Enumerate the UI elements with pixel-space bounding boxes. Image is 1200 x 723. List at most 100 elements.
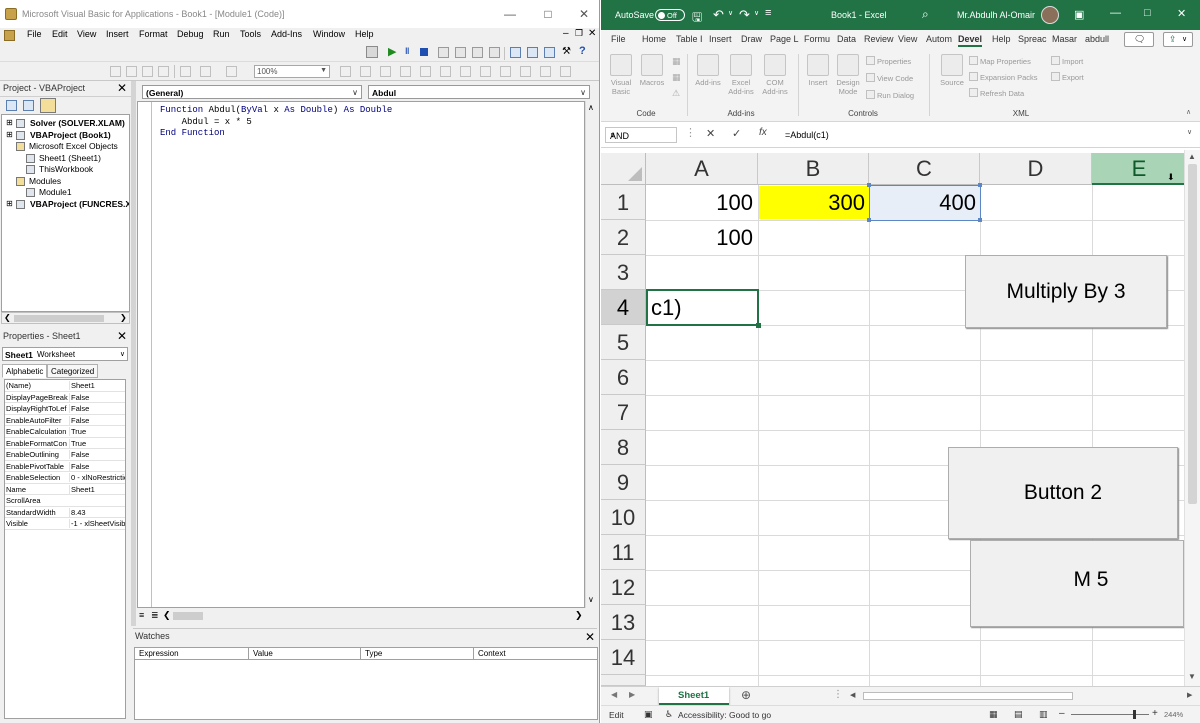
scroll-left-icon[interactable]: ❮ xyxy=(163,610,171,621)
scroll-right-icon[interactable]: ❯ xyxy=(120,313,127,322)
add-sheet-icon[interactable]: ⊕ xyxy=(741,688,751,702)
property-value[interactable]: False xyxy=(69,404,125,413)
menu-window[interactable]: Window xyxy=(313,29,345,39)
view-object-icon[interactable] xyxy=(23,100,34,111)
properties-window-icon[interactable] xyxy=(527,47,538,58)
toolbar-icon[interactable] xyxy=(460,66,471,77)
scroll-left-icon[interactable]: ❮ xyxy=(4,313,11,322)
property-row[interactable]: EnableCalculation True xyxy=(5,426,125,438)
refresh-data-button[interactable]: Refresh Data xyxy=(969,88,1024,98)
properties-button[interactable]: Properties xyxy=(866,56,911,66)
addins-button[interactable]: Add-ins xyxy=(695,54,721,87)
scroll-thumb[interactable] xyxy=(173,612,203,620)
formula-input[interactable]: =Abdul(c1) xyxy=(781,127,1196,143)
watch-col-expression[interactable]: Expression xyxy=(135,648,249,659)
code-vertical-scrollbar[interactable]: ∧ ∨ xyxy=(585,101,597,608)
full-module-view-icon[interactable]: ≣ xyxy=(151,610,159,621)
property-row[interactable]: EnableSelection 0 - xlNoRestrictio xyxy=(5,472,125,484)
row-header-12[interactable]: 12 xyxy=(601,570,646,605)
enter-icon[interactable]: ✓ xyxy=(732,127,741,140)
toolbar-icon[interactable] xyxy=(340,66,351,77)
tab-developer[interactable]: Devel xyxy=(958,34,983,47)
toolbox-icon[interactable]: ⚒ xyxy=(562,46,571,57)
toolbar-icon[interactable] xyxy=(380,66,391,77)
tab-categorized[interactable]: Categorized xyxy=(47,364,99,378)
property-value[interactable]: -1 - xlSheetVisib xyxy=(69,519,125,528)
scroll-up-icon[interactable]: ∧ xyxy=(588,103,594,112)
toolbar-icon[interactable] xyxy=(500,66,511,77)
column-header-d[interactable]: D xyxy=(980,153,1092,185)
tab-abdull[interactable]: abdull xyxy=(1085,34,1109,44)
reference-handle[interactable] xyxy=(978,218,982,222)
tab-masar[interactable]: Masar xyxy=(1052,34,1077,44)
tab-help[interactable]: Help xyxy=(992,34,1011,44)
project-tree-scrollbar[interactable]: ❮ ❯ xyxy=(1,312,130,324)
design-mode-icon[interactable] xyxy=(366,46,378,58)
row-header-10[interactable]: 10 xyxy=(601,500,646,535)
code-line[interactable]: Abdul = x * 5 xyxy=(160,117,252,127)
tab-draw[interactable]: Draw xyxy=(741,34,762,44)
watch-col-type[interactable]: Type xyxy=(361,648,474,659)
expand-icon[interactable]: ⊞ xyxy=(6,199,13,208)
vba-minimize-button[interactable]: — xyxy=(492,4,528,24)
row-header-14[interactable]: 14 xyxy=(601,640,646,675)
cell-b1[interactable]: 300 xyxy=(759,186,869,219)
zoom-slider[interactable] xyxy=(1071,714,1149,715)
row-header-4[interactable]: 4 xyxy=(601,290,646,325)
code-horizontal-scrollbar[interactable]: ≡ ≣ ❮ ❯ xyxy=(137,609,585,623)
menu-format[interactable]: Format xyxy=(139,29,168,39)
column-header-a[interactable]: A xyxy=(646,153,758,185)
toolbar-icon[interactable] xyxy=(110,66,121,77)
close-icon[interactable]: ✕ xyxy=(117,81,127,95)
zoom-level[interactable]: 244% xyxy=(1164,710,1183,719)
property-row[interactable]: DisplayRightToLef False xyxy=(5,403,125,415)
toggle-folders-icon[interactable] xyxy=(40,98,56,113)
tab-formulas[interactable]: Formu xyxy=(804,34,830,44)
property-value[interactable]: Sheet1 xyxy=(69,381,125,390)
insert-function-icon[interactable]: fx xyxy=(759,127,767,138)
tab-page-layout[interactable]: Page L xyxy=(770,34,799,44)
row-header-1[interactable]: 1 xyxy=(601,185,646,220)
avatar[interactable] xyxy=(1041,6,1059,24)
tab-view[interactable]: View xyxy=(898,34,917,44)
cancel-icon[interactable]: ✕ xyxy=(706,127,715,140)
m5-button[interactable]: M 5 xyxy=(970,540,1184,627)
close-icon[interactable]: ✕ xyxy=(1177,7,1186,20)
code-line[interactable]: Function Abdul(ByVal x As Double) As Dou… xyxy=(160,105,392,115)
tab-file[interactable]: File xyxy=(611,34,626,44)
watch-col-context[interactable]: Context xyxy=(474,648,597,659)
procedure-combo[interactable]: Abdul ∨ xyxy=(368,85,590,99)
row-header-15[interactable] xyxy=(601,675,646,686)
property-row[interactable]: DisplayPageBreak False xyxy=(5,392,125,403)
vba-maximize-button[interactable]: □ xyxy=(530,4,566,24)
property-row[interactable]: EnableFormatCon True xyxy=(5,438,125,449)
macros-button[interactable]: Macros xyxy=(637,54,667,87)
hscroll-left[interactable]: ◀ xyxy=(848,691,862,701)
page-break-view-icon[interactable]: ▥ xyxy=(1039,709,1048,720)
menu-run[interactable]: Run xyxy=(213,29,230,39)
row-header-9[interactable]: 9 xyxy=(601,465,646,500)
row-header-11[interactable]: 11 xyxy=(601,535,646,570)
watch-col-value[interactable]: Value xyxy=(249,648,361,659)
view-code-button[interactable]: View Code xyxy=(866,73,913,83)
toolbar-icon[interactable] xyxy=(472,47,483,58)
undo-icon[interactable]: ↶ xyxy=(713,7,724,23)
tab-automate[interactable]: Autom xyxy=(926,34,952,44)
relative-refs-icon[interactable]: ▦ xyxy=(672,72,681,83)
break-icon[interactable]: ‖ xyxy=(405,46,409,56)
property-row[interactable]: (Name) Sheet1 xyxy=(5,380,125,392)
pane-splitter[interactable] xyxy=(131,81,136,626)
row-header-2[interactable]: 2 xyxy=(601,220,646,255)
toolbar-icon[interactable] xyxy=(142,66,153,77)
macro-security-icon[interactable]: ⚠ xyxy=(672,88,680,99)
procedure-view-icon[interactable]: ≡ xyxy=(139,610,144,620)
property-value[interactable]: False xyxy=(69,415,125,425)
record-macro-icon[interactable]: ▦ xyxy=(672,56,681,67)
toolbar-icon[interactable] xyxy=(520,66,531,77)
project-explorer-icon[interactable] xyxy=(510,47,521,58)
chevron-down-icon[interactable]: ∨ xyxy=(754,9,759,17)
object-combo[interactable]: (General) ∨ xyxy=(142,85,362,99)
expansion-packs-button[interactable]: Expansion Packs xyxy=(969,72,1038,82)
scroll-down-icon[interactable]: ∨ xyxy=(588,595,594,604)
property-value[interactable]: False xyxy=(69,461,125,471)
